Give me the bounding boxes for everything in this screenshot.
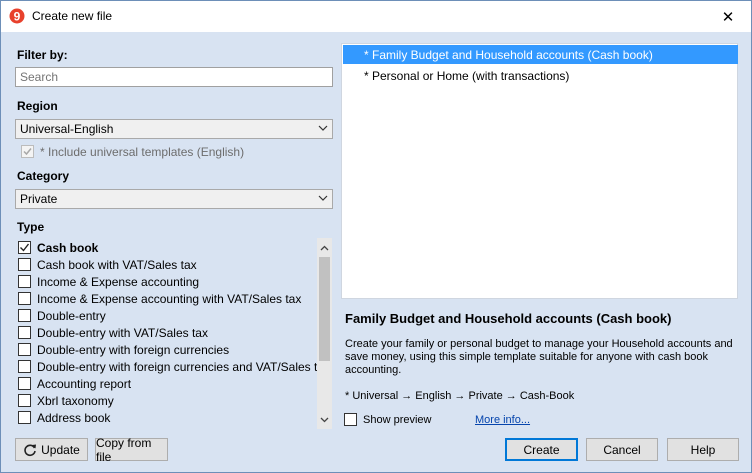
- template-item-label: * Personal or Home (with transactions): [364, 68, 570, 83]
- type-item-cash-book-vat[interactable]: Cash book with VAT/Sales tax: [18, 256, 197, 273]
- chevron-down-icon: [318, 195, 328, 201]
- type-item-label: Income & Expense accounting with VAT/Sal…: [37, 291, 302, 306]
- template-item-family-budget[interactable]: * Family Budget and Household accounts (…: [343, 45, 738, 64]
- help-button[interactable]: Help: [667, 438, 739, 461]
- template-detail-path: * Universal → English → Private → Cash-B…: [345, 390, 575, 402]
- type-item-label: Double-entry with foreign currencies: [37, 342, 230, 357]
- type-checkbox[interactable]: [18, 360, 31, 373]
- type-item-double-entry-vat[interactable]: Double-entry with VAT/Sales tax: [18, 324, 208, 341]
- type-item-label: Double-entry with foreign currencies and…: [37, 359, 331, 374]
- create-button[interactable]: Create: [505, 438, 578, 461]
- close-icon: ✕: [721, 8, 735, 26]
- include-universal-option[interactable]: * Include universal templates (English): [21, 144, 244, 159]
- type-label: Type: [17, 220, 45, 234]
- type-list[interactable]: Cash book Cash book with VAT/Sales tax I…: [15, 238, 333, 429]
- type-checkbox[interactable]: [18, 275, 31, 288]
- search-input[interactable]: [15, 67, 333, 87]
- type-checkbox[interactable]: [18, 411, 31, 424]
- help-button-label: Help: [690, 442, 716, 457]
- type-checkbox[interactable]: [18, 241, 31, 254]
- type-item-label: Double-entry: [37, 308, 106, 323]
- chevron-down-icon: [318, 125, 328, 131]
- chevron-up-icon: [320, 245, 329, 250]
- scroll-down-button[interactable]: [317, 412, 332, 427]
- scroll-thumb[interactable]: [319, 257, 330, 361]
- template-detail-title: Family Budget and Household accounts (Ca…: [345, 311, 672, 326]
- checkmark-icon: [20, 243, 30, 252]
- type-item-double-entry-fx[interactable]: Double-entry with foreign currencies: [18, 341, 229, 358]
- template-list[interactable]: * Family Budget and Household accounts (…: [341, 43, 738, 299]
- template-item-label: * Family Budget and Household accounts (…: [364, 47, 653, 62]
- type-item-label: Double-entry with VAT/Sales tax: [37, 325, 208, 340]
- more-info-link[interactable]: More info...: [475, 414, 530, 426]
- type-item-double-entry[interactable]: Double-entry: [18, 307, 106, 324]
- region-select-value: Universal-English: [20, 122, 114, 136]
- type-item-double-entry-fx-vat[interactable]: Double-entry with foreign currencies and…: [18, 358, 330, 375]
- type-checkbox[interactable]: [18, 258, 31, 271]
- type-item-address-book[interactable]: Address book: [18, 409, 110, 426]
- include-universal-label: * Include universal templates (English): [40, 144, 245, 159]
- type-item-label: Cash book with VAT/Sales tax: [37, 257, 197, 272]
- type-checkbox[interactable]: [18, 326, 31, 339]
- show-preview-option[interactable]: Show preview: [344, 413, 431, 426]
- refresh-icon: [24, 443, 37, 456]
- type-checkbox[interactable]: [18, 377, 31, 390]
- update-button-label: Update: [41, 442, 80, 457]
- region-label: Region: [17, 99, 58, 113]
- app-logo-icon: 9: [9, 8, 25, 24]
- type-item-cash-book[interactable]: Cash book: [18, 239, 98, 256]
- update-button[interactable]: Update: [15, 438, 88, 461]
- create-new-file-dialog: 9 Create new file ✕ Filter by: Region Un…: [0, 0, 752, 473]
- scroll-up-button[interactable]: [317, 240, 332, 255]
- copy-from-file-label: Copy from file: [96, 435, 152, 464]
- type-item-income-expense-vat[interactable]: Income & Expense accounting with VAT/Sal…: [18, 290, 301, 307]
- show-preview-checkbox[interactable]: [344, 413, 357, 426]
- cancel-button[interactable]: Cancel: [586, 438, 658, 461]
- svg-text:9: 9: [14, 10, 21, 24]
- create-button-label: Create: [523, 442, 560, 457]
- type-item-income-expense[interactable]: Income & Expense accounting: [18, 273, 199, 290]
- close-button[interactable]: ✕: [705, 1, 751, 32]
- type-item-label: Address book: [37, 410, 111, 425]
- type-item-label: Xbrl taxonomy: [37, 393, 114, 408]
- copy-from-file-button[interactable]: Copy from file: [95, 435, 168, 464]
- category-select[interactable]: Private: [15, 189, 333, 209]
- title-bar: 9 Create new file ✕: [1, 1, 751, 32]
- type-checkbox[interactable]: [18, 292, 31, 305]
- type-list-scrollbar[interactable]: [317, 238, 332, 429]
- type-checkbox[interactable]: [18, 309, 31, 322]
- include-universal-checkbox[interactable]: [21, 145, 34, 158]
- checkmark-icon: [23, 148, 32, 156]
- type-item-accounting-report[interactable]: Accounting report: [18, 375, 131, 392]
- region-select[interactable]: Universal-English: [15, 119, 333, 139]
- type-item-label: Cash book: [37, 240, 99, 255]
- template-item-personal-home[interactable]: * Personal or Home (with transactions): [343, 66, 738, 85]
- chevron-down-icon: [320, 417, 329, 422]
- type-checkbox[interactable]: [18, 343, 31, 356]
- window-title: Create new file: [32, 9, 113, 23]
- type-item-label: Accounting report: [37, 376, 132, 391]
- cancel-button-label: Cancel: [603, 442, 641, 457]
- type-item-xbrl[interactable]: Xbrl taxonomy: [18, 392, 114, 409]
- category-label: Category: [17, 169, 70, 183]
- type-item-label: Income & Expense accounting: [37, 274, 200, 289]
- show-preview-label: Show preview: [363, 413, 432, 426]
- type-checkbox[interactable]: [18, 394, 31, 407]
- category-select-value: Private: [20, 192, 58, 206]
- template-detail-description: Create your family or personal budget to…: [345, 338, 733, 376]
- filter-label: Filter by:: [17, 48, 68, 62]
